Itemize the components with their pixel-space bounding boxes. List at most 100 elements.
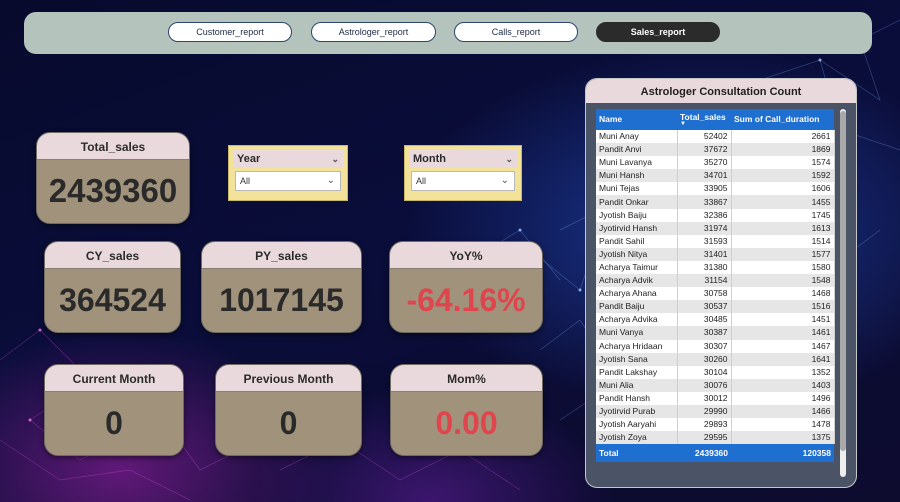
table-row[interactable]: Jyotish Baiju 32386 1745 xyxy=(596,208,835,222)
month-dropdown[interactable]: All ⌄ xyxy=(411,171,515,191)
year-dropdown[interactable]: All ⌄ xyxy=(235,171,341,191)
table-row[interactable]: Pandit Lakshay 30104 1352 xyxy=(596,365,835,379)
table-row[interactable]: Jyotish Sana 30260 1641 xyxy=(596,352,835,366)
cell-call-duration: 1352 xyxy=(731,365,835,379)
cell-total-sales: 34701 xyxy=(677,169,732,183)
total-duration-value: 120358 xyxy=(731,444,834,463)
table-row[interactable]: Jyotish Nitya 31401 1577 xyxy=(596,247,835,261)
card-value: -64.16% xyxy=(406,282,526,318)
year-slicer: Year ⌄ All ⌄ xyxy=(228,145,348,201)
month-slicer: Month ⌄ All ⌄ xyxy=(404,145,522,201)
cell-name: Muni Alia xyxy=(596,378,678,392)
table-row[interactable]: Muni Alia 30076 1403 xyxy=(596,378,835,392)
table-row[interactable]: Acharya Ahana 30758 1468 xyxy=(596,287,835,301)
table-row[interactable]: Jyotish Aaryahi 29893 1478 xyxy=(596,418,835,432)
table-row[interactable]: Pandit Hansh 30012 1496 xyxy=(596,391,835,405)
table-title: Astrologer Consultation Count xyxy=(586,79,856,103)
cell-name: Jyotirvid Purab xyxy=(596,404,678,419)
cell-call-duration: 1577 xyxy=(731,247,835,261)
table-container: Name Total_sales ▼ Sum of Call_duration … xyxy=(596,109,835,463)
cell-call-duration: 1641 xyxy=(731,352,835,366)
cell-name: Pandit Onkar xyxy=(596,195,678,209)
cell-name: Pandit Baiju xyxy=(596,300,678,314)
table-row[interactable]: Acharya Hridaan 30307 1467 xyxy=(596,339,835,353)
yoy-card: YoY% -64.16% xyxy=(389,241,543,333)
cell-call-duration: 1745 xyxy=(731,208,835,222)
cell-name: Acharya Hridaan xyxy=(596,339,678,353)
card-title: Mom% xyxy=(391,365,542,392)
cell-total-sales: 30307 xyxy=(677,339,732,353)
dropdown-value: All xyxy=(416,176,427,186)
card-title: YoY% xyxy=(390,242,542,269)
cell-call-duration: 1375 xyxy=(731,431,835,445)
tab-sales-report[interactable]: Sales_report xyxy=(596,22,720,42)
cell-total-sales: 31974 xyxy=(677,221,732,235)
slicer-title: Year ⌄ xyxy=(233,150,343,168)
cell-call-duration: 1613 xyxy=(731,221,835,235)
card-value: 0.00 xyxy=(435,405,498,441)
scrollbar-thumb[interactable] xyxy=(840,111,846,451)
card-title: Previous Month xyxy=(216,365,361,392)
cell-name: Jyotish Baiju xyxy=(596,208,678,222)
cell-total-sales: 33905 xyxy=(677,182,732,196)
table-row[interactable]: Jyotirvid Purab 29990 1466 xyxy=(596,404,835,419)
chevron-down-icon[interactable]: ⌄ xyxy=(505,150,513,168)
cell-total-sales: 30076 xyxy=(677,378,732,392)
table-row[interactable]: Pandit Onkar 33867 1455 xyxy=(596,195,835,209)
table-row[interactable]: Pandit Anvi 37672 1869 xyxy=(596,143,835,157)
tab-calls-report[interactable]: Calls_report xyxy=(454,22,578,42)
tab-astrologer-report[interactable]: Astrologer_report xyxy=(311,22,436,42)
cell-total-sales: 29990 xyxy=(677,404,732,419)
table-row[interactable]: Muni Lavanya 35270 1574 xyxy=(596,156,835,170)
cell-call-duration: 1592 xyxy=(731,169,835,183)
slicer-label: Month xyxy=(413,153,446,165)
cell-name: Jyotirvid Hansh xyxy=(596,221,678,235)
table-row[interactable]: Muni Hansh 34701 1592 xyxy=(596,169,835,183)
card-value: 0 xyxy=(105,405,123,441)
table-row[interactable]: Muni Vanya 30387 1461 xyxy=(596,326,835,340)
cell-total-sales: 30012 xyxy=(677,391,732,405)
py-sales-card: PY_sales 1017145 xyxy=(201,241,362,333)
cell-total-sales: 30104 xyxy=(677,365,732,379)
table-body: Muni Anay 52402 2661 Pandit Anvi 37672 1869 Mu… xyxy=(596,129,835,445)
column-header-call-duration[interactable]: Sum of Call_duration xyxy=(731,109,834,130)
cell-total-sales: 33867 xyxy=(677,195,732,209)
cell-total-sales: 31380 xyxy=(677,260,732,275)
chevron-down-icon: ⌄ xyxy=(500,175,509,186)
cell-call-duration: 1403 xyxy=(731,378,835,392)
cell-name: Muni Vanya xyxy=(596,326,678,340)
total-label: Total xyxy=(596,444,677,463)
chevron-down-icon: ⌄ xyxy=(326,175,335,186)
cell-total-sales: 30485 xyxy=(677,313,732,327)
cell-name: Pandit Hansh xyxy=(596,391,678,405)
cell-name: Jyotish Zoya xyxy=(596,431,678,445)
slicer-label: Year xyxy=(237,153,261,165)
table-row[interactable]: Pandit Baiju 30537 1516 xyxy=(596,300,835,314)
table-row[interactable]: Acharya Advik 31154 1548 xyxy=(596,274,835,288)
cell-name: Muni Anay xyxy=(596,129,678,144)
table-row[interactable]: Jyotish Zoya 29595 1375 xyxy=(596,431,835,445)
table-row[interactable]: Acharya Taimur 31380 1580 xyxy=(596,260,835,275)
table-scrollbar[interactable] xyxy=(840,109,846,477)
column-header-name[interactable]: Name xyxy=(596,109,677,130)
cell-call-duration: 1548 xyxy=(731,274,835,288)
card-title: PY_sales xyxy=(202,242,361,269)
table-row[interactable]: Muni Anay 52402 2661 xyxy=(596,129,835,144)
cell-name: Muni Lavanya xyxy=(596,156,678,170)
table-row[interactable]: Jyotirvid Hansh 31974 1613 xyxy=(596,221,835,235)
chevron-down-icon[interactable]: ⌄ xyxy=(331,150,339,168)
sort-desc-icon: ▼ xyxy=(680,120,686,127)
card-value: 364524 xyxy=(59,282,166,318)
table-row[interactable]: Muni Tejas 33905 1606 xyxy=(596,182,835,196)
table-row[interactable]: Pandit Sahil 31593 1514 xyxy=(596,234,835,248)
cell-total-sales: 52402 xyxy=(677,129,732,144)
cell-name: Pandit Lakshay xyxy=(596,365,678,379)
cell-call-duration: 2661 xyxy=(731,129,835,144)
cell-name: Muni Tejas xyxy=(596,182,678,196)
table-row[interactable]: Acharya Advika 30485 1451 xyxy=(596,313,835,327)
cell-name: Acharya Advika xyxy=(596,313,678,327)
column-header-total-sales[interactable]: Total_sales ▼ xyxy=(677,109,731,130)
cell-call-duration: 1574 xyxy=(731,156,835,170)
tab-customer-report[interactable]: Customer_report xyxy=(168,22,292,42)
column-header-label: Total_sales xyxy=(680,111,726,122)
